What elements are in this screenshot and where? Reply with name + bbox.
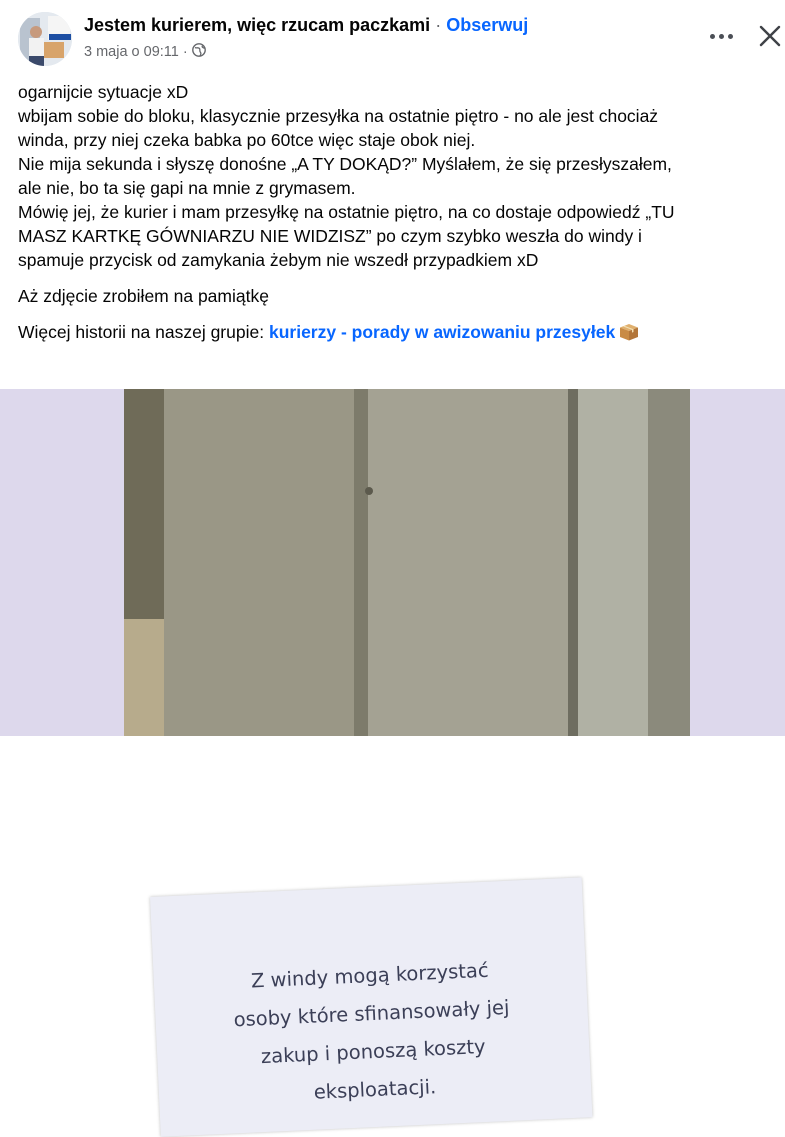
more-stories-prefix: Więcej historii na naszej grupie: (18, 322, 265, 342)
meta-separator: · (182, 44, 188, 60)
post-line: ogarnijcie sytuacje xD (18, 82, 189, 102)
post-timestamp[interactable]: 3 maja o 09:11 (84, 44, 179, 60)
notice-text: Z windy mogą korzystać osoby które sfina… (153, 947, 591, 1118)
more-stories-line: Więcej historii na naszej grupie: kurier… (18, 320, 783, 344)
post-meta: 3 maja o 09:11 · (84, 43, 206, 61)
post-photo-area[interactable]: Z windy mogą korzystać osoby które sfina… (0, 389, 785, 1137)
more-options-icon[interactable] (704, 22, 738, 50)
post-line: Mówię jej, że kurier i mam przesyłkę na … (18, 202, 675, 222)
package-icon (619, 323, 639, 341)
post-line: Nie mija sekunda i słyszę donośne „A TY … (18, 154, 672, 174)
post-body: ogarnijcie sytuacje xD wbijam sobie do b… (18, 80, 783, 344)
elevator-notice: Z windy mogą korzystać osoby które sfina… (150, 877, 593, 1137)
page-name[interactable]: Jestem kurierem, więc rzucam paczkami (84, 15, 430, 35)
photo-caption: Aż zdjęcie zrobiłem na pamiątkę (18, 286, 269, 306)
group-link[interactable]: kurierzy - porady w awizowaniu przesyłek (269, 322, 615, 342)
page-name-line: Jestem kurierem, więc rzucam paczkami · … (84, 15, 528, 36)
post-header: Jestem kurierem, więc rzucam paczkami · … (0, 0, 785, 72)
post-line: MASZ KARTKĘ GÓWNIARZU NIE WIDZISZ” po cz… (18, 226, 642, 246)
post-line: winda, przy niej czeka babka po 60tce wi… (18, 130, 476, 150)
close-icon[interactable] (754, 20, 785, 52)
name-separator: · (435, 15, 442, 35)
post-line: wbijam sobie do bloku, klasycznie przesy… (18, 106, 659, 126)
globe-icon (191, 43, 206, 61)
follow-button[interactable]: Obserwuj (446, 15, 528, 35)
post-line: spamuje przycisk od zamykania żebym nie … (18, 250, 539, 270)
page-avatar[interactable] (18, 12, 72, 66)
elevator-photo (124, 389, 690, 736)
post-line: ale nie, bo ta się gapi na mnie z grymas… (18, 178, 356, 198)
